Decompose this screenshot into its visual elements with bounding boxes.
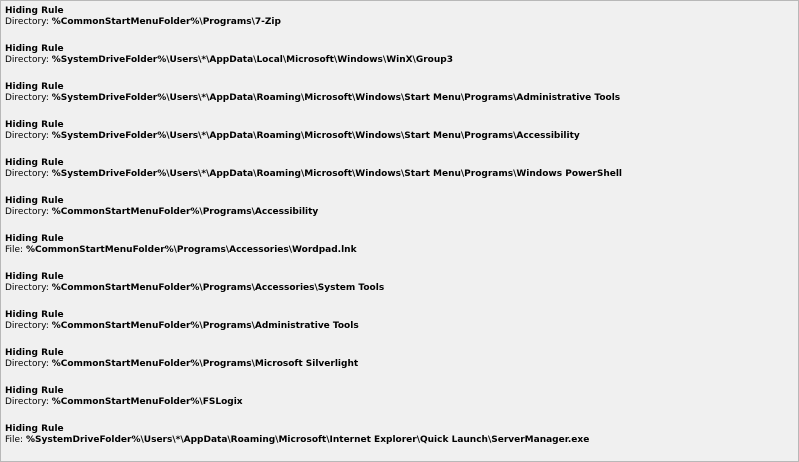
- rule-title: Hiding Rule: [5, 310, 64, 320]
- rule-item-3[interactable]: Hiding Rule Directory: %SystemDriveFolde…: [5, 82, 798, 120]
- rule-path: %CommonStartMenuFolder%\Programs\Accesso…: [25, 245, 357, 255]
- rule-title: Hiding Rule: [5, 424, 64, 434]
- rule-type-label: Directory:: [5, 93, 49, 103]
- rule-title: Hiding Rule: [5, 120, 64, 130]
- rule-type-label: Directory:: [5, 55, 49, 65]
- rule-type-label: Directory:: [5, 359, 49, 369]
- rule-item-1[interactable]: Hiding Rule Directory: %CommonStartMenuF…: [5, 6, 798, 44]
- rule-path: %SystemDriveFolder%\Users\*\AppData\Roam…: [51, 93, 621, 103]
- rule-type-label: Directory:: [5, 169, 49, 179]
- rule-item-8[interactable]: Hiding Rule Directory: %CommonStartMenuF…: [5, 272, 798, 310]
- rule-detail: Directory: %SystemDriveFolder%\Users\*\A…: [5, 93, 798, 104]
- rule-type-label: Directory:: [5, 321, 49, 331]
- rule-title: Hiding Rule: [5, 196, 64, 206]
- rule-item-9[interactable]: Hiding Rule Directory: %CommonStartMenuF…: [5, 310, 798, 348]
- rule-title: Hiding Rule: [5, 272, 64, 282]
- rule-path: %CommonStartMenuFolder%\FSLogix: [51, 397, 243, 407]
- rule-detail: Directory: %CommonStartMenuFolder%\FSLog…: [5, 397, 798, 408]
- rule-detail: File: %CommonStartMenuFolder%\Programs\A…: [5, 245, 798, 256]
- rule-path: %SystemDriveFolder%\Users\*\AppData\Roam…: [25, 435, 590, 445]
- rule-item-12[interactable]: Hiding Rule File: %SystemDriveFolder%\Us…: [5, 424, 798, 461]
- rule-title: Hiding Rule: [5, 234, 64, 244]
- rule-detail: Directory: %CommonStartMenuFolder%\Progr…: [5, 207, 798, 218]
- rule-detail: Directory: %CommonStartMenuFolder%\Progr…: [5, 17, 798, 28]
- rule-detail: Directory: %CommonStartMenuFolder%\Progr…: [5, 321, 798, 332]
- rule-path: %SystemDriveFolder%\Users\*\AppData\Roam…: [51, 131, 580, 141]
- rule-path: %CommonStartMenuFolder%\Programs\Adminis…: [51, 321, 359, 331]
- rule-type-label: File:: [5, 435, 24, 445]
- rule-path: %CommonStartMenuFolder%\Programs\Microso…: [51, 359, 359, 369]
- rule-path: %CommonStartMenuFolder%\Programs\Accessi…: [51, 207, 319, 217]
- rule-title: Hiding Rule: [5, 82, 64, 92]
- rule-title: Hiding Rule: [5, 44, 64, 54]
- rule-item-10[interactable]: Hiding Rule Directory: %CommonStartMenuF…: [5, 348, 798, 386]
- rule-detail: Directory: %SystemDriveFolder%\Users\*\A…: [5, 169, 798, 180]
- rule-item-5[interactable]: Hiding Rule Directory: %SystemDriveFolde…: [5, 158, 798, 196]
- rule-item-11[interactable]: Hiding Rule Directory: %CommonStartMenuF…: [5, 386, 798, 424]
- rule-path: %CommonStartMenuFolder%\Programs\Accesso…: [51, 283, 385, 293]
- hiding-rules-list: Hiding Rule Directory: %CommonStartMenuF…: [1, 1, 798, 461]
- rule-detail: Directory: %SystemDriveFolder%\Users\*\A…: [5, 131, 798, 142]
- rule-path: %SystemDriveFolder%\Users\*\AppData\Loca…: [51, 55, 453, 65]
- rule-title: Hiding Rule: [5, 6, 64, 16]
- rule-path: %SystemDriveFolder%\Users\*\AppData\Roam…: [51, 169, 623, 179]
- rule-path: %CommonStartMenuFolder%\Programs\7-Zip: [51, 17, 281, 27]
- rule-title: Hiding Rule: [5, 386, 64, 396]
- rule-type-label: File:: [5, 245, 24, 255]
- rule-item-4[interactable]: Hiding Rule Directory: %SystemDriveFolde…: [5, 120, 798, 158]
- rule-type-label: Directory:: [5, 397, 49, 407]
- hiding-rules-panel: Hiding Rule Directory: %CommonStartMenuF…: [0, 0, 799, 462]
- rule-item-6[interactable]: Hiding Rule Directory: %CommonStartMenuF…: [5, 196, 798, 234]
- rule-detail: Directory: %CommonStartMenuFolder%\Progr…: [5, 283, 798, 294]
- rule-title: Hiding Rule: [5, 348, 64, 358]
- rule-title: Hiding Rule: [5, 158, 64, 168]
- rule-item-2[interactable]: Hiding Rule Directory: %SystemDriveFolde…: [5, 44, 798, 82]
- rule-type-label: Directory:: [5, 131, 49, 141]
- rule-detail: Directory: %CommonStartMenuFolder%\Progr…: [5, 359, 798, 370]
- rule-type-label: Directory:: [5, 207, 49, 217]
- rule-detail: Directory: %SystemDriveFolder%\Users\*\A…: [5, 55, 798, 66]
- rule-type-label: Directory:: [5, 17, 49, 27]
- rule-type-label: Directory:: [5, 283, 49, 293]
- rule-item-7[interactable]: Hiding Rule File: %CommonStartMenuFolder…: [5, 234, 798, 272]
- rule-detail: File: %SystemDriveFolder%\Users\*\AppDat…: [5, 435, 798, 446]
